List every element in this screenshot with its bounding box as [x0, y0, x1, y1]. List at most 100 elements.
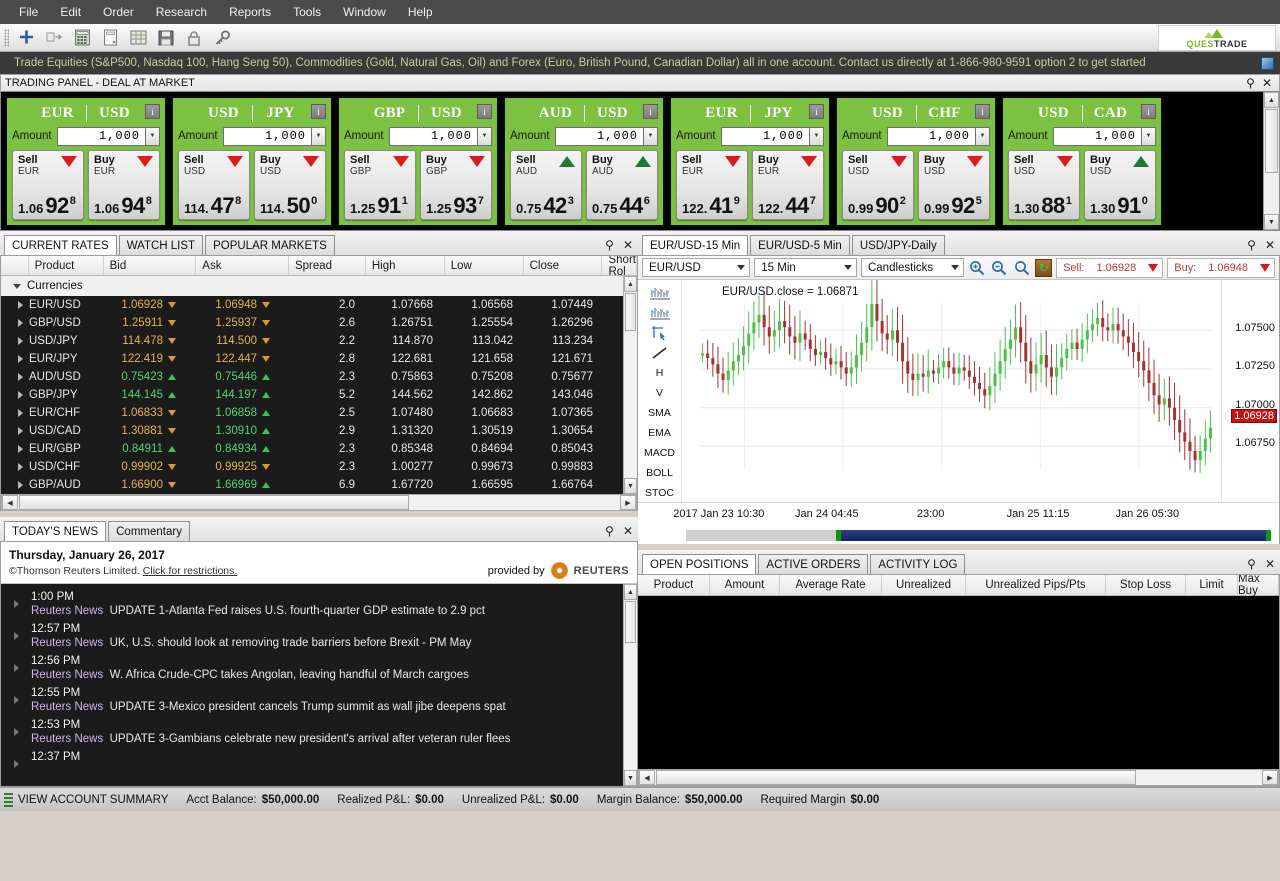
- chartstyle-select[interactable]: Candlesticks: [860, 258, 964, 277]
- news-list-item[interactable]: 1:00 PM Reuters News UPDATE 1-Atlanta Fe…: [1, 588, 637, 620]
- grid-icon[interactable]: [124, 26, 152, 50]
- amount-dropdown-icon[interactable]: ▼: [478, 126, 492, 146]
- menu-item-help[interactable]: Help: [397, 2, 444, 22]
- buy-button-AUDUSD[interactable]: Buy AUD 0.75 44 6: [586, 150, 658, 220]
- toolbar-grip[interactable]: [4, 28, 9, 47]
- symbol-select[interactable]: EUR/USD: [642, 258, 751, 277]
- table-row[interactable]: EUR/GBP 0.84911 0.84934 2.3 0.85348 0.84…: [1, 440, 637, 458]
- amount-dropdown-icon[interactable]: ▼: [810, 126, 824, 146]
- table-row[interactable]: GBP/JPY 144.145 144.197 5.2 144.562 142.…: [1, 386, 637, 404]
- row-expander[interactable]: [1, 301, 29, 309]
- pos-col-pips[interactable]: Unrealized Pips/Pts: [966, 575, 1106, 595]
- rates-group-currencies[interactable]: Currencies: [1, 276, 637, 296]
- chart-tool-stoc[interactable]: STOC: [640, 483, 680, 502]
- rates-hscroll-thumb[interactable]: [19, 495, 409, 510]
- amount-input[interactable]: 1,000: [1052, 126, 1142, 146]
- zoom-reset-icon[interactable]: [1013, 258, 1032, 278]
- pos-col-stoploss[interactable]: Stop Loss: [1106, 575, 1186, 595]
- info-icon[interactable]: i: [975, 104, 990, 119]
- sell-button-USDJPY[interactable]: Sell USD 114. 47 8: [178, 150, 250, 220]
- buy-button-USDCAD[interactable]: Buy USD 1.30 91 0: [1084, 150, 1156, 220]
- scroll-up-icon[interactable]: ▲: [1264, 92, 1279, 108]
- collapse-icon[interactable]: [13, 283, 21, 289]
- tab-open-positions[interactable]: OPEN POSITIONS: [642, 554, 757, 574]
- news-vscrollbar[interactable]: ▲ ▼: [623, 584, 637, 786]
- news-list-item[interactable]: 12:55 PM Reuters News UPDATE 3-Mexico pr…: [1, 684, 637, 716]
- rates-vscrollbar[interactable]: ▲ ▼: [623, 276, 637, 494]
- positions-hscrollbar[interactable]: ◀ ▶: [638, 769, 1279, 786]
- amount-dropdown-icon[interactable]: ▼: [146, 126, 160, 146]
- amount-dropdown-icon[interactable]: ▼: [976, 126, 990, 146]
- news-list-item[interactable]: 12:37 PM: [1, 748, 637, 768]
- amount-dropdown-icon[interactable]: ▼: [1142, 126, 1156, 146]
- amount-dropdown-icon[interactable]: ▼: [644, 126, 658, 146]
- menu-item-tools[interactable]: Tools: [282, 2, 332, 22]
- chart-pin-icon[interactable]: ⚲: [1247, 239, 1256, 251]
- chart-scroll-thumb[interactable]: [841, 530, 1266, 541]
- pos-col-amount[interactable]: Amount: [710, 575, 780, 595]
- row-expander[interactable]: [1, 319, 29, 327]
- row-expander[interactable]: [1, 427, 29, 435]
- trendline-icon[interactable]: [640, 343, 680, 362]
- info-icon[interactable]: i: [1141, 104, 1156, 119]
- chart-tool-h[interactable]: H: [640, 363, 680, 382]
- pos-hscroll-left-icon[interactable]: ◀: [639, 770, 655, 785]
- calculator-icon[interactable]: [68, 26, 96, 50]
- chevron-right-icon[interactable]: [14, 760, 19, 768]
- scroll-thumb[interactable]: [1265, 109, 1278, 173]
- chart-tool-macd[interactable]: MACD: [640, 443, 680, 462]
- rates-col-spread[interactable]: Spread: [289, 256, 366, 275]
- row-expander[interactable]: [1, 391, 29, 399]
- menu-item-research[interactable]: Research: [145, 2, 218, 22]
- amount-input[interactable]: 1,000: [388, 126, 478, 146]
- rates-scroll-thumb[interactable]: [625, 293, 636, 331]
- deal-tile-GBPUSD[interactable]: GBP USD i Amount 1,000 ▼ Sell GBP 1.25 91…: [337, 96, 499, 227]
- chart-plot-area[interactable]: EUR/USD.close = 1.06871: [682, 274, 1221, 502]
- table-row[interactable]: GBP/USD 1.25911 1.25937 2.6 1.26751 1.25…: [1, 314, 637, 332]
- row-expander[interactable]: [1, 463, 29, 471]
- zoom-in-icon[interactable]: [968, 258, 987, 278]
- buy-button-EURJPY[interactable]: Buy EUR 122. 44 7: [752, 150, 824, 220]
- info-icon[interactable]: i: [477, 104, 492, 119]
- menu-item-file[interactable]: File: [8, 2, 49, 22]
- news-restrictions-link[interactable]: Click for restrictions.: [143, 565, 238, 577]
- buy-button-GBPUSD[interactable]: Buy GBP 1.25 93 7: [420, 150, 492, 220]
- info-icon[interactable]: i: [311, 104, 326, 119]
- deal-tile-USDCHF[interactable]: USD CHF i Amount 1,000 ▼ Sell USD 0.99 90…: [835, 96, 997, 227]
- lock-icon[interactable]: [180, 26, 208, 50]
- chart-tool-sma[interactable]: SMA: [640, 403, 680, 422]
- chart-bars-icon[interactable]: [640, 283, 680, 302]
- amount-input[interactable]: 1,000: [56, 126, 146, 146]
- chart-tool-v[interactable]: V: [640, 383, 680, 402]
- tab-commentary[interactable]: Commentary: [108, 521, 190, 541]
- rates-col-low[interactable]: Low: [445, 256, 524, 275]
- chart-bars2-icon[interactable]: [640, 303, 680, 322]
- pos-col-unrealized[interactable]: Unrealized: [882, 575, 966, 595]
- tab-active-orders[interactable]: ACTIVE ORDERS: [758, 554, 869, 574]
- sell-button-GBPUSD[interactable]: Sell GBP 1.25 91 1: [344, 150, 416, 220]
- amount-input[interactable]: 1,000: [720, 126, 810, 146]
- pos-col-avgrate[interactable]: Average Rate: [780, 575, 882, 595]
- chart-hscrollbar[interactable]: [638, 528, 1279, 544]
- deal-tile-EURUSD[interactable]: EUR USD i Amount 1,000 ▼ Sell EUR 1.06 92…: [5, 96, 167, 227]
- scroll-down-icon[interactable]: ▼: [1264, 214, 1279, 230]
- chart-scroll-right-grip[interactable]: [1266, 530, 1271, 541]
- row-expander[interactable]: [1, 409, 29, 417]
- chevron-right-icon[interactable]: [14, 600, 19, 608]
- amount-input[interactable]: 1,000: [554, 126, 644, 146]
- chevron-right-icon[interactable]: [14, 664, 19, 672]
- info-icon[interactable]: i: [643, 104, 658, 119]
- tab-usdjpy-daily[interactable]: USD/JPY-Daily: [851, 235, 945, 255]
- pos-hscroll-thumb[interactable]: [656, 770, 1136, 785]
- ticker-app-icon[interactable]: [1261, 56, 1274, 70]
- buy-button-EURUSD[interactable]: Buy EUR 1.06 94 8: [88, 150, 160, 220]
- amount-input[interactable]: 1,000: [886, 126, 976, 146]
- news-list-item[interactable]: 12:53 PM Reuters News UPDATE 3-Gambians …: [1, 716, 637, 748]
- chevron-right-icon[interactable]: [14, 728, 19, 736]
- table-row[interactable]: GBP/AUD 1.66900 1.66969 6.9 1.67720 1.66…: [1, 476, 637, 494]
- add-icon[interactable]: [12, 26, 40, 50]
- sell-button-AUDUSD[interactable]: Sell AUD 0.75 42 3: [510, 150, 582, 220]
- tab-watch-list[interactable]: WATCH LIST: [118, 235, 204, 255]
- deal-tile-AUDUSD[interactable]: AUD USD i Amount 1,000 ▼ Sell AUD 0.75 42…: [503, 96, 665, 227]
- note-icon[interactable]: [96, 26, 124, 50]
